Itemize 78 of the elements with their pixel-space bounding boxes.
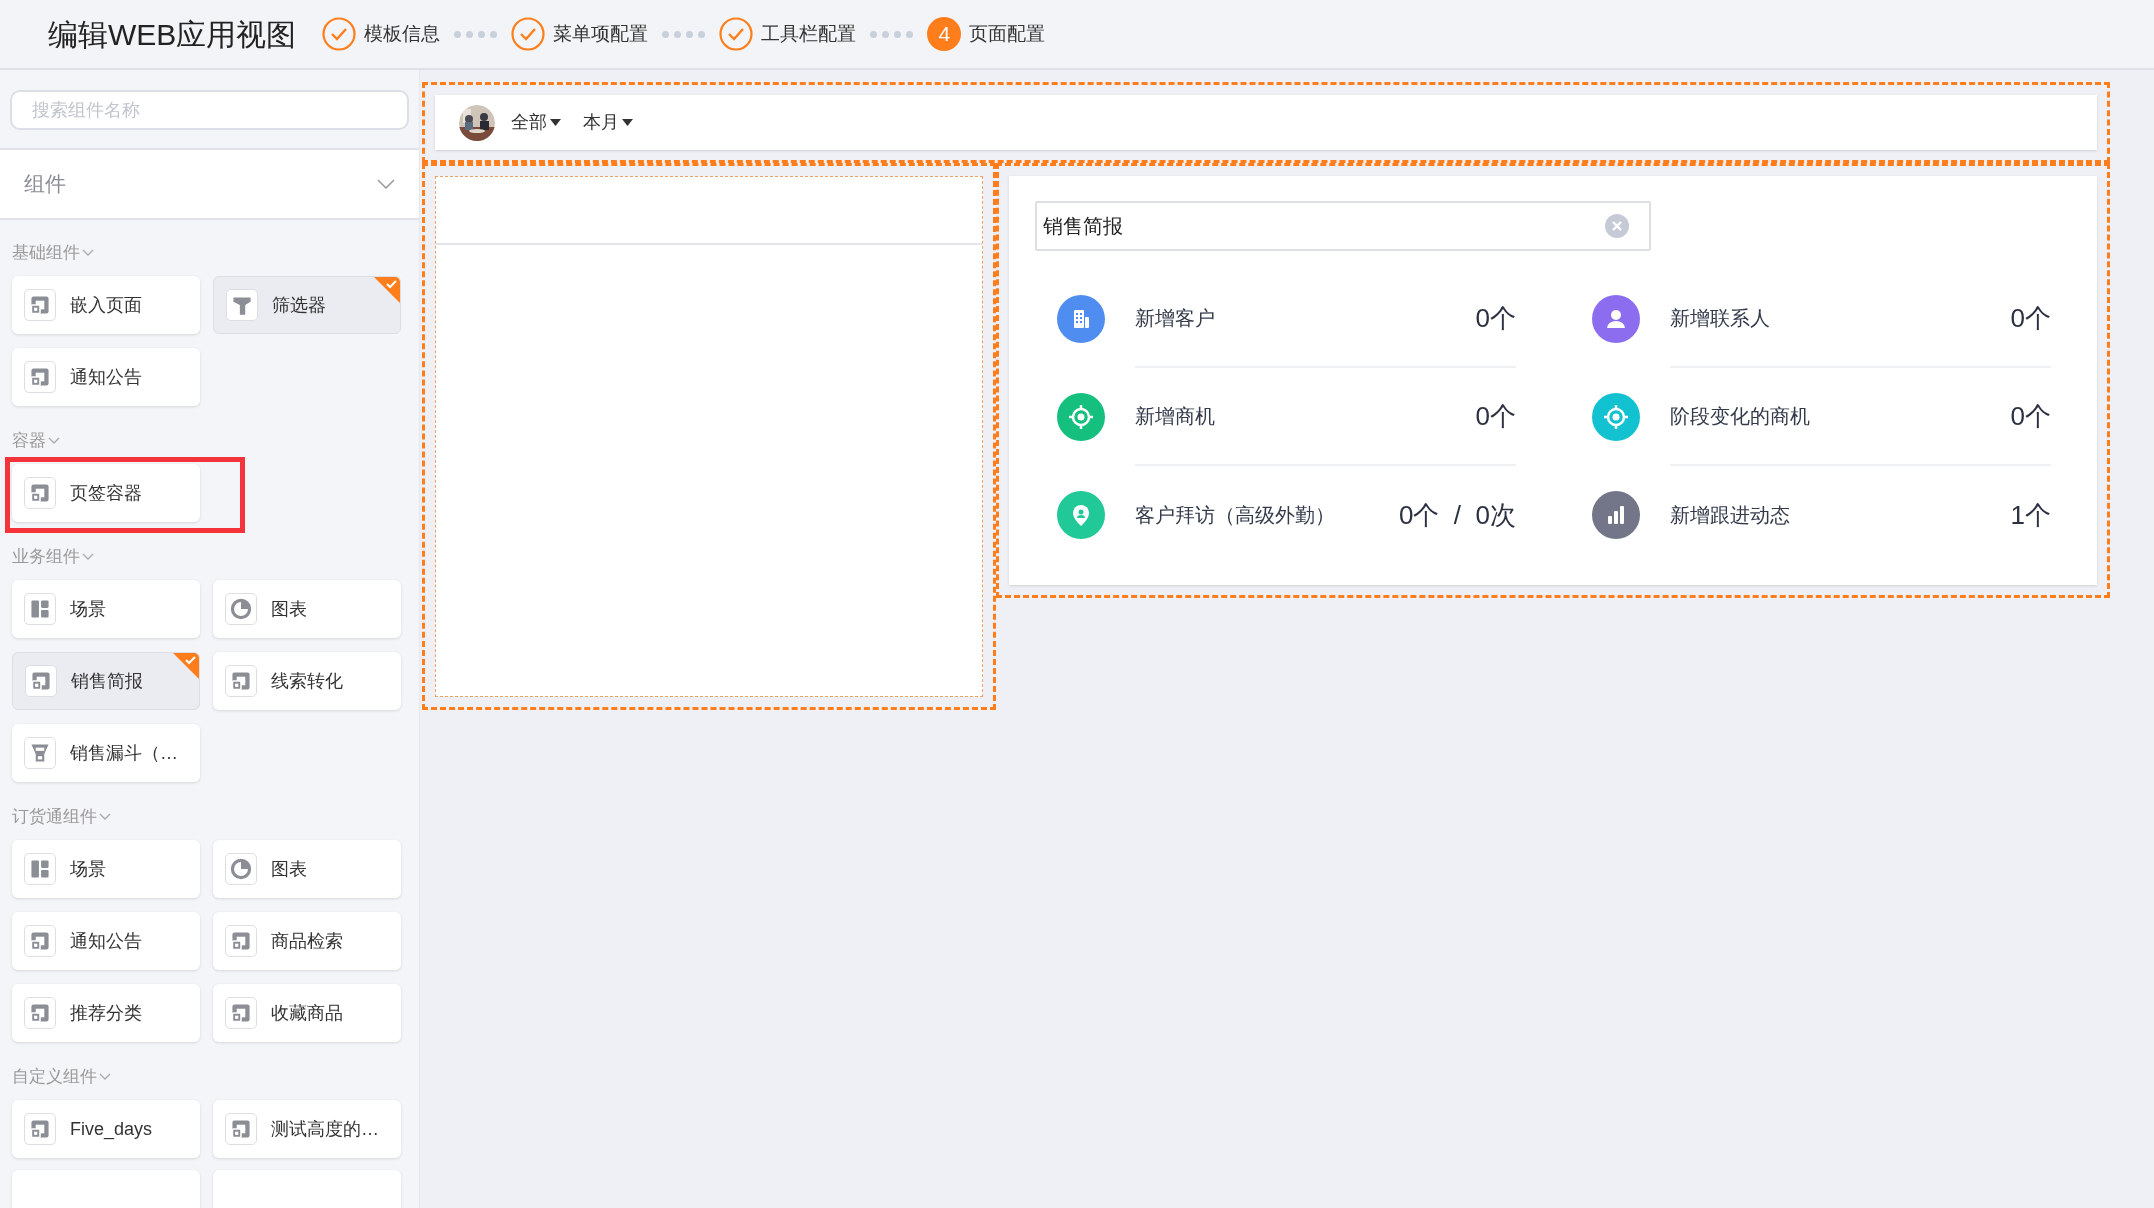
step-number: 4: [927, 17, 962, 51]
group-title: 订货通组件: [12, 806, 97, 829]
component-card[interactable]: 收藏商品: [213, 984, 401, 1042]
chevron-down-icon: [99, 813, 111, 821]
stat-value: 0个: [2010, 399, 2051, 433]
component-card[interactable]: 销售漏斗（…: [12, 724, 200, 782]
component-card[interactable]: 通知公告: [12, 348, 200, 406]
component-icon: [225, 1113, 257, 1145]
pie-chart-icon: [225, 853, 257, 885]
component-icon: [24, 1113, 56, 1145]
check-corner-icon: [374, 277, 400, 303]
clear-icon[interactable]: [1605, 214, 1629, 238]
component-icon: [24, 925, 56, 957]
component-icon: [225, 997, 257, 1029]
chevron-down-icon: [82, 553, 94, 561]
component-icon: [24, 361, 56, 393]
step-label[interactable]: 模板信息: [364, 19, 441, 49]
filter-icon: [226, 289, 258, 321]
stat-label: 新增商机: [1135, 404, 1215, 429]
stat-value: 0个: [2010, 301, 2051, 335]
check-circle-icon: [511, 17, 546, 51]
stat-value: 0个 / 0次: [1398, 498, 1516, 532]
component-card[interactable]: 场景: [12, 580, 200, 638]
component-card[interactable]: 推荐分类: [12, 984, 200, 1042]
title-field[interactable]: 销售简报: [1035, 201, 1651, 251]
component-card[interactable]: Five_days: [12, 1100, 200, 1158]
chevron-down-icon: [82, 249, 94, 257]
component-icon: [225, 665, 257, 697]
layout-icon: [24, 853, 56, 885]
chevron-down-icon: [99, 1073, 111, 1081]
stat-value: 0个: [1475, 301, 1516, 335]
stat-label: 阶段变化的商机: [1670, 404, 1810, 429]
component-card[interactable]: 销售简报: [12, 652, 200, 710]
layout-icon: [24, 593, 56, 625]
stat-value: 0个: [1475, 399, 1516, 433]
step-label[interactable]: 页面配置: [969, 19, 1046, 49]
component-icon: [24, 289, 56, 321]
chevron-down-icon: [48, 437, 60, 445]
group-title: 容器: [12, 430, 46, 453]
check-circle-icon: [719, 17, 754, 51]
group-title: 自定义组件: [12, 1066, 97, 1089]
check-circle-icon: [322, 17, 357, 51]
component-icon: [24, 477, 56, 509]
group-title: 基础组件: [12, 242, 80, 265]
step-connector: [454, 30, 498, 38]
group-title: 业务组件: [12, 546, 80, 569]
component-icon: [24, 997, 56, 1029]
component-card[interactable]: 商品检索: [213, 912, 401, 970]
caret-icon: [622, 119, 633, 126]
step-label[interactable]: 菜单项配置: [553, 19, 649, 49]
stat-label: 新增客户: [1135, 306, 1215, 331]
step-connector: [662, 30, 706, 38]
component-card[interactable]: 测试高度的…: [213, 1100, 401, 1158]
component-card[interactable]: 通知公告: [12, 912, 200, 970]
component-card[interactable]: 图表: [213, 840, 401, 898]
stat-value: 1个: [2010, 498, 2051, 532]
step-connector: [870, 30, 914, 38]
component-card[interactable]: 图表: [213, 580, 401, 638]
component-card[interactable]: 页签容器: [12, 464, 200, 522]
check-corner-icon: [173, 653, 199, 679]
component-card[interactable]: 场景: [12, 840, 200, 898]
filter-dropdown[interactable]: 本月: [583, 109, 633, 136]
caret-icon: [550, 119, 561, 126]
chevron-down-icon: [377, 179, 395, 189]
funnel-icon: [24, 737, 56, 769]
component-card[interactable]: 筛选器: [213, 276, 401, 334]
page-title: 编辑WEB应用视图: [48, 16, 297, 53]
step-label[interactable]: 工具栏配置: [761, 19, 857, 49]
stat-label: 新增跟进动态: [1670, 503, 1790, 528]
component-card[interactable]: 嵌入页面: [12, 276, 200, 334]
component-card[interactable]: 线索转化: [213, 652, 401, 710]
stat-label: 客户拜访（高级外勤）: [1135, 503, 1335, 528]
component-icon: [225, 925, 257, 957]
search-field[interactable]: 搜索组件名称: [10, 90, 409, 130]
pie-chart-icon: [225, 593, 257, 625]
filter-dropdown[interactable]: 全部: [511, 109, 561, 136]
component-icon: [25, 665, 57, 697]
stat-label: 新增联系人: [1670, 306, 1770, 331]
